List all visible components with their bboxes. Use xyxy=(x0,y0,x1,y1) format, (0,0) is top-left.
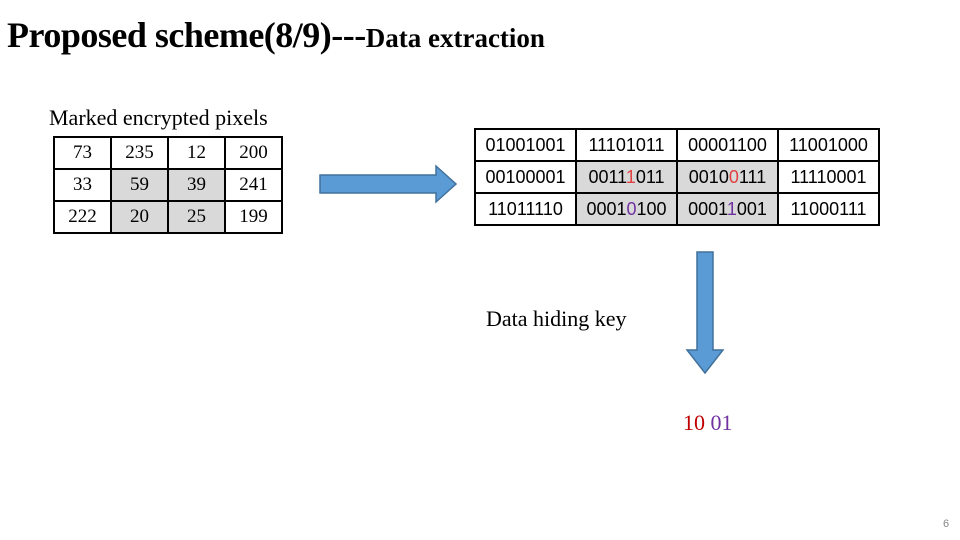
extracted-bit: 1 xyxy=(625,166,636,187)
pixel-cell-shaded: 59 xyxy=(110,168,169,202)
binary-cell-shaded: 00010100 xyxy=(575,192,678,226)
pixel-cell: 235 xyxy=(110,136,169,170)
binary-cell: 11001000 xyxy=(777,128,880,162)
down-arrow-shape xyxy=(685,251,725,375)
bits-before: 0001 xyxy=(688,198,727,219)
pixel-cell: 73 xyxy=(53,136,112,170)
pixel-cell: 33 xyxy=(53,168,112,202)
pixel-cell: 241 xyxy=(224,168,283,202)
title-sub: Data extraction xyxy=(365,23,545,53)
table-row: 222 20 25 199 xyxy=(53,200,283,234)
pixel-cell-shaded: 25 xyxy=(167,200,226,234)
bits-after: 111 xyxy=(738,166,767,187)
bits-after: 011 xyxy=(635,166,665,187)
binary-cell: 01001001 xyxy=(474,128,577,162)
bits-before: 0010 xyxy=(688,166,729,187)
binary-cell: 00100001 xyxy=(474,160,577,194)
page-number: 6 xyxy=(943,518,950,530)
extracted-bit: 0 xyxy=(626,198,637,219)
extracted-bit: 0 xyxy=(728,166,739,187)
pixel-cell-shaded: 39 xyxy=(167,168,226,202)
pixel-cell-shaded: 20 xyxy=(110,200,169,234)
binary-cell: 11011110 xyxy=(474,192,577,226)
extracted-key: 10 01 xyxy=(683,410,733,436)
data-hiding-key-label: Data hiding key xyxy=(486,306,627,331)
table-row: 00100001 00111011 00100111 11110001 xyxy=(474,160,880,194)
bits-after: 001 xyxy=(736,198,767,219)
table-row: 11011110 00010100 00011001 11000111 xyxy=(474,192,880,226)
table-row: 73 235 12 200 xyxy=(53,136,283,170)
pixel-cell: 199 xyxy=(224,200,283,234)
key-part-red: 10 xyxy=(683,410,705,435)
binary-cell: 11000111 xyxy=(777,192,880,226)
binary-cell: 11110001 xyxy=(777,160,880,194)
bits-before: 0011 xyxy=(588,166,626,187)
slide-title: Proposed scheme(8/9)---Data extraction xyxy=(7,14,545,56)
binary-cell: 00001100 xyxy=(676,128,779,162)
down-arrow-icon xyxy=(685,251,725,375)
pixel-cell: 222 xyxy=(53,200,112,234)
binary-cell: 11101011 xyxy=(575,128,678,162)
bits-after: 100 xyxy=(636,198,667,219)
bits-before: 0001 xyxy=(586,198,627,219)
title-main: Proposed scheme(8/9)--- xyxy=(7,15,366,55)
key-part-purple: 01 xyxy=(710,410,733,435)
pixel-cell: 12 xyxy=(167,136,226,170)
pixel-table: 73 235 12 200 33 59 39 241 222 20 25 199 xyxy=(53,136,283,234)
binary-cell-shaded: 00011001 xyxy=(676,192,779,226)
right-arrow-shape xyxy=(319,164,458,204)
table-row: 01001001 11101011 00001100 11001000 xyxy=(474,128,880,162)
binary-table: 01001001 11101011 00001100 11001000 0010… xyxy=(474,128,880,226)
table-row: 33 59 39 241 xyxy=(53,168,283,202)
pixel-cell: 200 xyxy=(224,136,283,170)
binary-cell-shaded: 00111011 xyxy=(575,160,678,194)
pixels-caption: Marked encrypted pixels xyxy=(49,105,268,130)
binary-cell-shaded: 00100111 xyxy=(676,160,779,194)
extracted-bit: 1 xyxy=(726,198,737,219)
right-arrow-icon xyxy=(319,164,458,204)
